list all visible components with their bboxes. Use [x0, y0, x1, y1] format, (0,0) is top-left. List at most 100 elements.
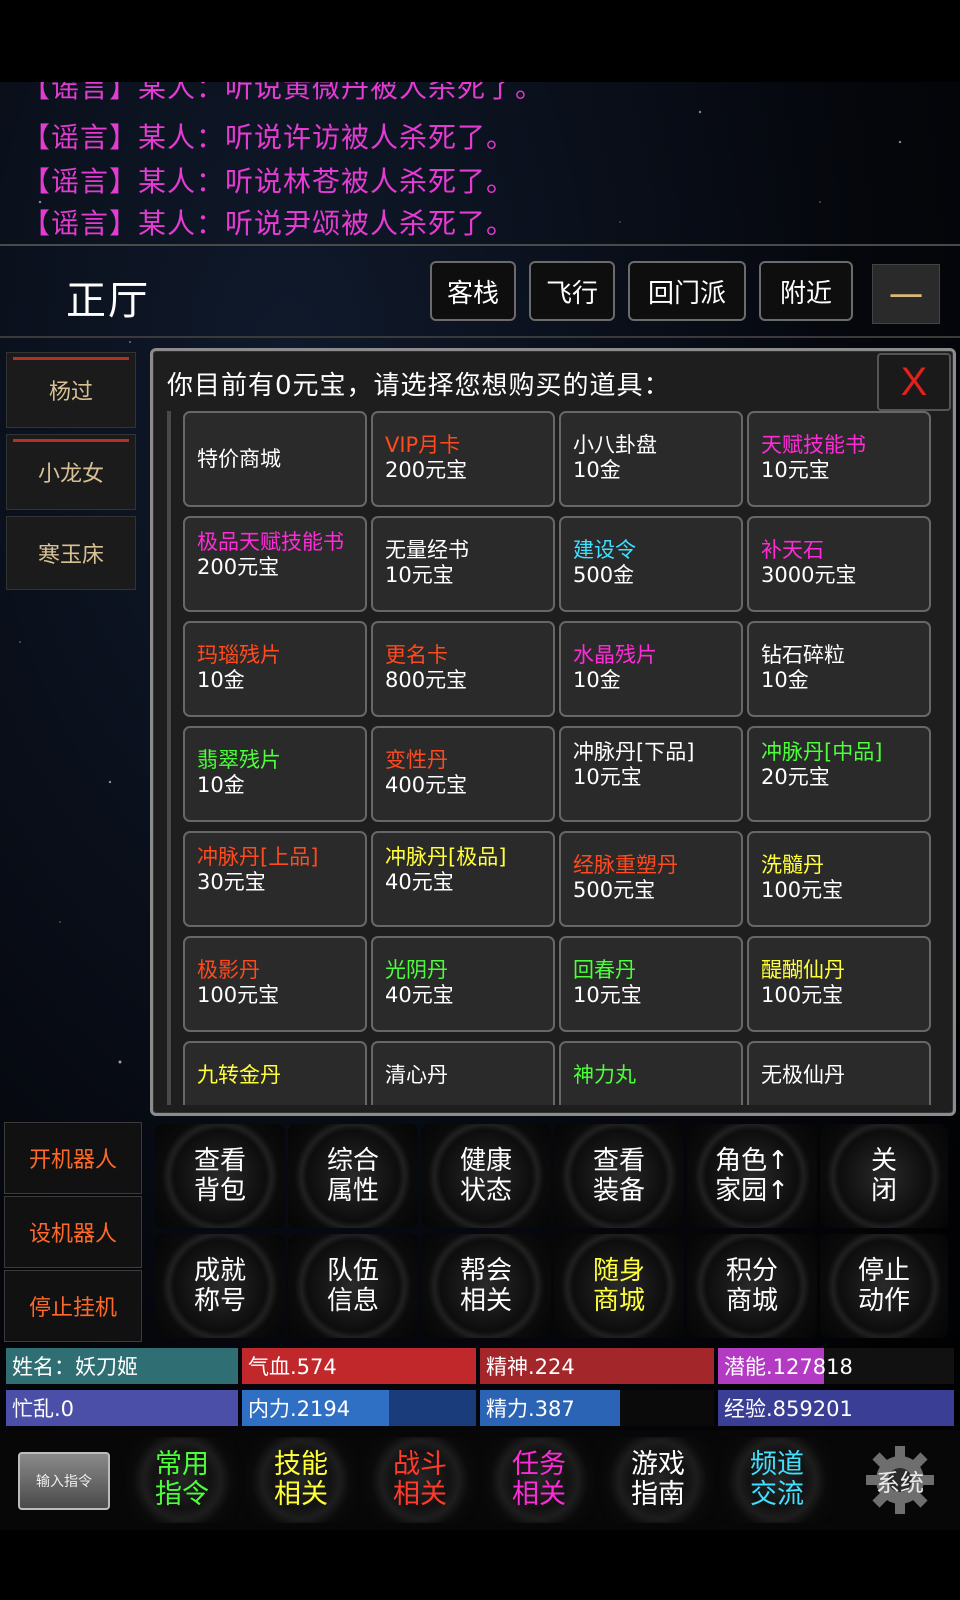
- command-button[interactable]: 综合 属性: [288, 1124, 418, 1228]
- command-label: 成就 称号: [193, 1256, 246, 1316]
- nearby-button[interactable]: 附近: [759, 261, 853, 321]
- stop-idle-button[interactable]: 停止挂机: [4, 1270, 142, 1342]
- shop-item[interactable]: 回春丹 10元宝: [559, 936, 743, 1032]
- command-label: 查看 装备: [592, 1146, 645, 1206]
- command-button[interactable]: 查看 装备: [554, 1124, 684, 1228]
- bottom-command-label: 技能 相关: [274, 1449, 328, 1510]
- shop-item[interactable]: 冲脉丹[下品] 10元宝: [559, 726, 743, 822]
- shop-item[interactable]: 神力丸: [559, 1041, 743, 1105]
- bottom-command-label: 战斗 相关: [393, 1449, 447, 1510]
- shop-item[interactable]: 醍醐仙丹 100元宝: [747, 936, 931, 1032]
- shop-item[interactable]: 九转金丹: [183, 1041, 367, 1105]
- shop-item-name: 钻石碎粒: [761, 643, 845, 667]
- shop-item-grid[interactable]: 特价商城 VIP月卡 200元宝 小八卦盘 10金 天赋技能书 10元宝 极品天赋技能书 200…: [167, 411, 949, 1105]
- shop-item[interactable]: 钻石碎粒 10金: [747, 621, 931, 717]
- start-robot-button[interactable]: 开机器人: [4, 1122, 142, 1194]
- command-button[interactable]: 队伍 信息: [288, 1234, 418, 1338]
- shop-item-name: 醍醐仙丹: [761, 958, 845, 982]
- npc-yangguo[interactable]: 杨过: [6, 352, 136, 428]
- bottom-command-button[interactable]: 游戏 指南: [602, 1437, 714, 1523]
- shop-item-price: 10金: [761, 668, 809, 692]
- bottom-command-button[interactable]: 任务 相关: [483, 1437, 595, 1523]
- bottom-command-button[interactable]: 常用 指令: [126, 1437, 238, 1523]
- command-button[interactable]: 随身 商城: [554, 1234, 684, 1338]
- command-button[interactable]: 积分 商城: [687, 1234, 817, 1338]
- shop-item-name: 冲脉丹[极品]: [385, 845, 507, 869]
- shop-item[interactable]: 经脉重塑丹 500元宝: [559, 831, 743, 927]
- shop-item[interactable]: 冲脉丹[上品] 30元宝: [183, 831, 367, 927]
- shop-item-name: 建设令: [573, 538, 636, 562]
- bottom-command-label: 游戏 指南: [631, 1449, 685, 1510]
- object-hanyuchuang[interactable]: 寒玉床: [6, 516, 136, 590]
- npc-label: 杨过: [48, 380, 93, 405]
- command-label: 停止 动作: [857, 1256, 910, 1316]
- shop-item[interactable]: 极品天赋技能书 200元宝: [183, 516, 367, 612]
- shop-item-price: 200元宝: [197, 555, 280, 579]
- shop-item[interactable]: 冲脉丹[极品] 40元宝: [371, 831, 555, 927]
- shop-item[interactable]: 光阴丹 40元宝: [371, 936, 555, 1032]
- shop-item-price: 10金: [197, 668, 245, 692]
- bottom-command-button[interactable]: 战斗 相关: [364, 1437, 476, 1523]
- shop-item[interactable]: 清心丹: [371, 1041, 555, 1105]
- shop-item-name: 神力丸: [573, 1063, 636, 1087]
- shop-item-price: 100元宝: [761, 878, 844, 902]
- shop-item-price: 500金: [573, 563, 635, 587]
- inn-button[interactable]: 客栈: [430, 261, 516, 321]
- shop-item[interactable]: 水晶残片 10金: [559, 621, 743, 717]
- command-button[interactable]: 角色↑ 家园↑: [687, 1124, 817, 1228]
- shop-item[interactable]: 补天石 3000元宝: [747, 516, 931, 612]
- bottom-command-label: 任务 相关: [512, 1449, 566, 1510]
- fly-button[interactable]: 飞行: [529, 261, 615, 321]
- shop-item[interactable]: 冲脉丹[中品] 20元宝: [747, 726, 931, 822]
- room-title: 正厅: [66, 278, 150, 324]
- shop-item[interactable]: 无极仙丹: [747, 1041, 931, 1105]
- shop-item-price: 10金: [573, 458, 621, 482]
- shop-item-price: 10元宝: [385, 563, 454, 587]
- shop-item-price: 20元宝: [761, 765, 830, 789]
- command-button[interactable]: 帮会 相关: [421, 1234, 551, 1338]
- command-button[interactable]: 查看 背包: [155, 1124, 285, 1228]
- shop-item[interactable]: 翡翠残片 10金: [183, 726, 367, 822]
- shop-item[interactable]: 建设令 500金: [559, 516, 743, 612]
- shop-item-price: 10金: [573, 668, 621, 692]
- shop-item-price: 30元宝: [197, 870, 266, 894]
- shop-item[interactable]: 洗髓丹 100元宝: [747, 831, 931, 927]
- shop-item-name: 冲脉丹[中品]: [761, 740, 883, 764]
- jingli-bar: 精力.387: [480, 1390, 714, 1426]
- command-button[interactable]: 关 闭: [820, 1124, 948, 1228]
- bottom-command-button[interactable]: 频道 交流: [721, 1437, 833, 1523]
- shop-item[interactable]: VIP月卡 200元宝: [371, 411, 555, 507]
- shop-item-name: 无量经书: [385, 538, 469, 562]
- npc-xiaolongnv[interactable]: 小龙女: [6, 434, 136, 510]
- shop-title: 你目前有0元宝，请选择您想购买的道具：: [167, 371, 671, 401]
- bottom-command-label: 常用 指令: [155, 1449, 209, 1510]
- shop-item-price: 500元宝: [573, 878, 656, 902]
- command-label: 角色↑ 家园↑: [715, 1146, 789, 1206]
- rumor-line: 【谣言】某人：听说尹颂被人杀死了。: [22, 207, 516, 240]
- command-button[interactable]: 健康 状态: [421, 1124, 551, 1228]
- shop-item-name: VIP月卡: [385, 433, 461, 457]
- shop-item-price: 100元宝: [761, 983, 844, 1007]
- shop-item[interactable]: 无量经书 10元宝: [371, 516, 555, 612]
- shop-item-price: 10元宝: [573, 765, 642, 789]
- shop-item[interactable]: 变性丹 400元宝: [371, 726, 555, 822]
- system-gear-button[interactable]: 系统: [852, 1440, 948, 1520]
- return-sect-button[interactable]: 回门派: [628, 261, 746, 321]
- minimize-button[interactable]: 一: [872, 264, 940, 324]
- shop-item[interactable]: 极影丹 100元宝: [183, 936, 367, 1032]
- shop-item[interactable]: 特价商城: [183, 411, 367, 507]
- close-button[interactable]: X: [877, 353, 951, 411]
- shop-item[interactable]: 天赋技能书 10元宝: [747, 411, 931, 507]
- shop-item[interactable]: 小八卦盘 10金: [559, 411, 743, 507]
- input-command-button[interactable]: 输入指令: [18, 1452, 110, 1510]
- shop-item[interactable]: 更名卡 800元宝: [371, 621, 555, 717]
- bottom-command-button[interactable]: 技能 相关: [245, 1437, 357, 1523]
- set-robot-button[interactable]: 设机器人: [4, 1196, 142, 1268]
- command-button[interactable]: 成就 称号: [155, 1234, 285, 1338]
- npc-health-bar: [13, 357, 129, 360]
- shop-item[interactable]: 玛瑙残片 10金: [183, 621, 367, 717]
- command-button[interactable]: 停止 动作: [820, 1234, 948, 1338]
- shop-item-name: 冲脉丹[下品]: [573, 740, 695, 764]
- shop-item-price: 200元宝: [385, 458, 468, 482]
- rumor-line: 【谣言】某人：听说许访被人杀死了。: [22, 121, 516, 154]
